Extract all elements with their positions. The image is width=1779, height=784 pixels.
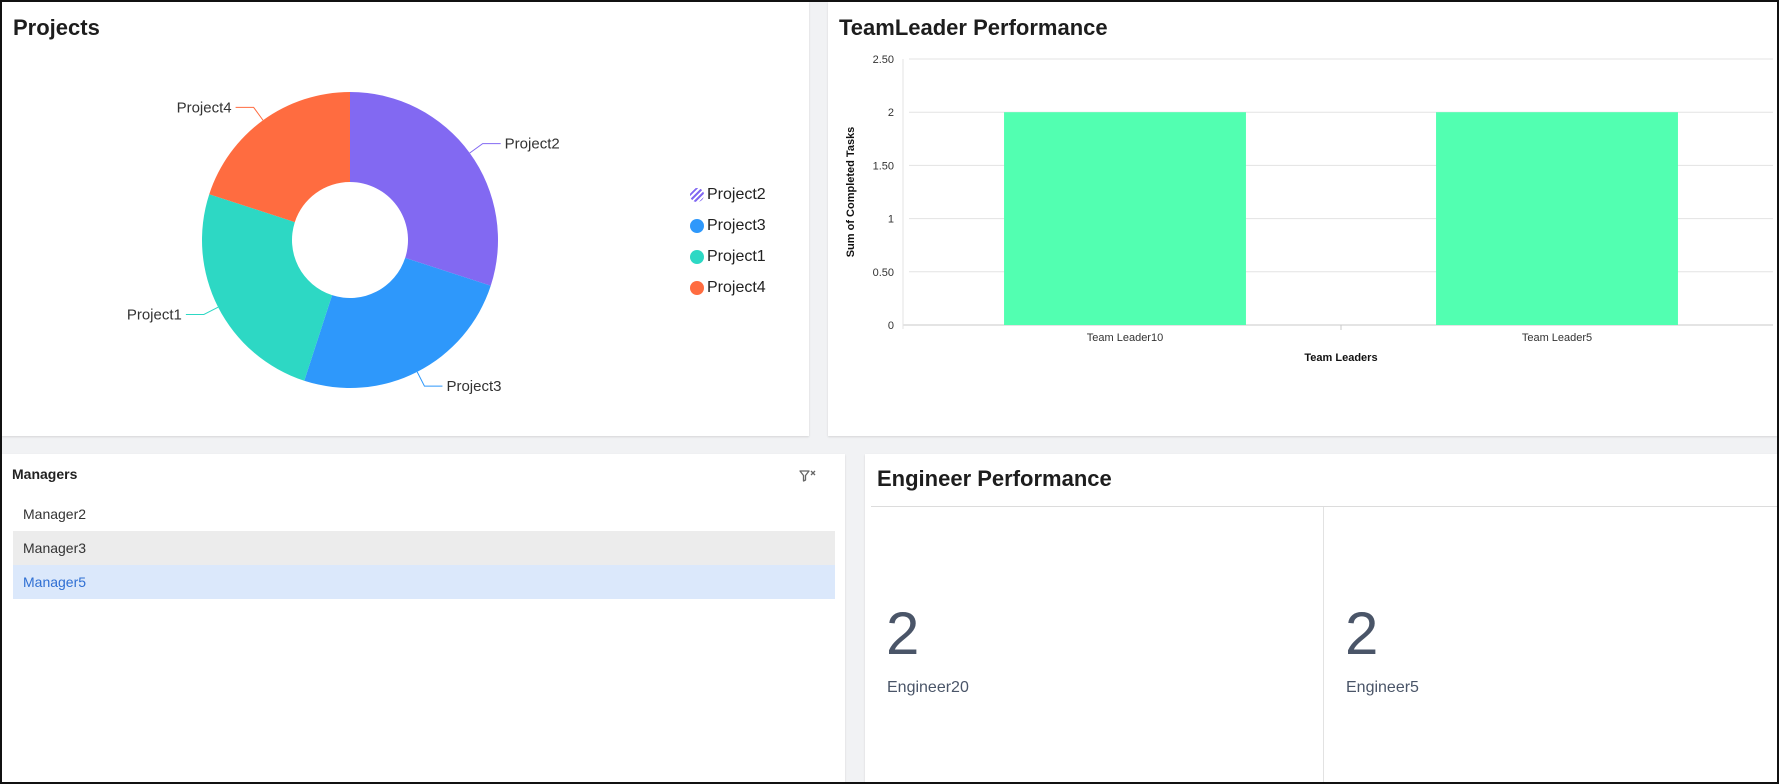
projects-donut-chart[interactable]: Project2 Project3 Project1 Project4 (2, 2, 809, 436)
bar-team-leader10[interactable] (1004, 112, 1246, 325)
legend-item-project2[interactable]: Project2 (690, 179, 766, 210)
managers-panel: Managers Manager2 Manager3 Manager5 (2, 454, 845, 782)
pie-label-project1: Project1 (127, 306, 182, 323)
engineer-title: Engineer Performance (877, 466, 1112, 491)
kpi-card-engineer5[interactable]: 2 Engineer5 (1324, 507, 1764, 784)
kpi-label: Engineer5 (1346, 679, 1419, 696)
projects-legend: Project2 Project3 Project1 Project4 (690, 179, 766, 303)
clear-filter-icon[interactable] (799, 469, 817, 485)
pie-label-project3: Project3 (446, 378, 501, 395)
x-axis-title: Team Leaders (1304, 352, 1377, 364)
legend-label: Project4 (707, 278, 766, 296)
kpi-value: 2 (886, 600, 920, 667)
kpi-value: 2 (1345, 600, 1379, 667)
list-item-manager2[interactable]: Manager2 (13, 497, 835, 531)
pie-slice-project3[interactable] (304, 257, 491, 389)
bar-team-leader5[interactable] (1436, 112, 1678, 325)
legend-swatch-project3 (690, 218, 704, 233)
pie-leader-line (235, 106, 264, 121)
y-tick-label: 1.50 (873, 160, 894, 172)
kpi-label: Engineer20 (887, 679, 969, 696)
pie-label-project2: Project2 (505, 136, 560, 153)
y-tick-label: 0 (888, 320, 894, 332)
legend-item-project3[interactable]: Project3 (690, 210, 766, 241)
legend-swatch-project1 (690, 249, 704, 264)
legend-swatch-project4 (690, 280, 704, 295)
teamleader-panel: TeamLeader Performance 0 0.50 1 1.50 2 2.50 Te… (828, 2, 1777, 436)
managers-title: Managers (12, 466, 78, 482)
teamleader-bar-chart[interactable]: 0 0.50 1 1.50 2 2.50 Team Leader10 Team Leader5… (828, 2, 1777, 436)
pie-leader-line (469, 143, 501, 154)
kpi-card-engineer20[interactable]: 2 Engineer20 (865, 507, 1305, 784)
pie-label-project4: Project4 (177, 99, 232, 116)
y-tick-label: 0.50 (873, 267, 894, 279)
legend-label: Project1 (707, 247, 766, 265)
y-tick-label: 2 (888, 107, 894, 119)
x-tick-label: Team Leader5 (1522, 332, 1592, 344)
legend-swatch-project2 (690, 187, 704, 202)
engineer-panel: Engineer Performance 2 Engineer20 2 Engi… (865, 454, 1779, 784)
list-item-manager5[interactable]: Manager5 (13, 565, 835, 599)
pie-leader-line (416, 371, 443, 387)
legend-label: Project2 (707, 185, 766, 203)
list-item-manager3[interactable]: Manager3 (13, 531, 835, 565)
pie-leader-line (185, 306, 219, 315)
pie-slice-project2[interactable] (350, 92, 499, 286)
legend-item-project4[interactable]: Project4 (690, 272, 766, 303)
legend-label: Project3 (707, 216, 766, 234)
legend-item-project1[interactable]: Project1 (690, 241, 766, 272)
projects-panel: Projects Project2 Project3 Project1 Project… (2, 2, 809, 436)
y-tick-label: 2.50 (873, 54, 894, 66)
y-tick-label: 1 (888, 214, 894, 226)
x-tick-label: Team Leader10 (1087, 332, 1163, 344)
pie-slice-project1[interactable] (202, 194, 333, 381)
managers-list: Manager2 Manager3 Manager5 (13, 497, 835, 599)
y-axis-title: Sum of Completed Tasks (845, 127, 857, 258)
